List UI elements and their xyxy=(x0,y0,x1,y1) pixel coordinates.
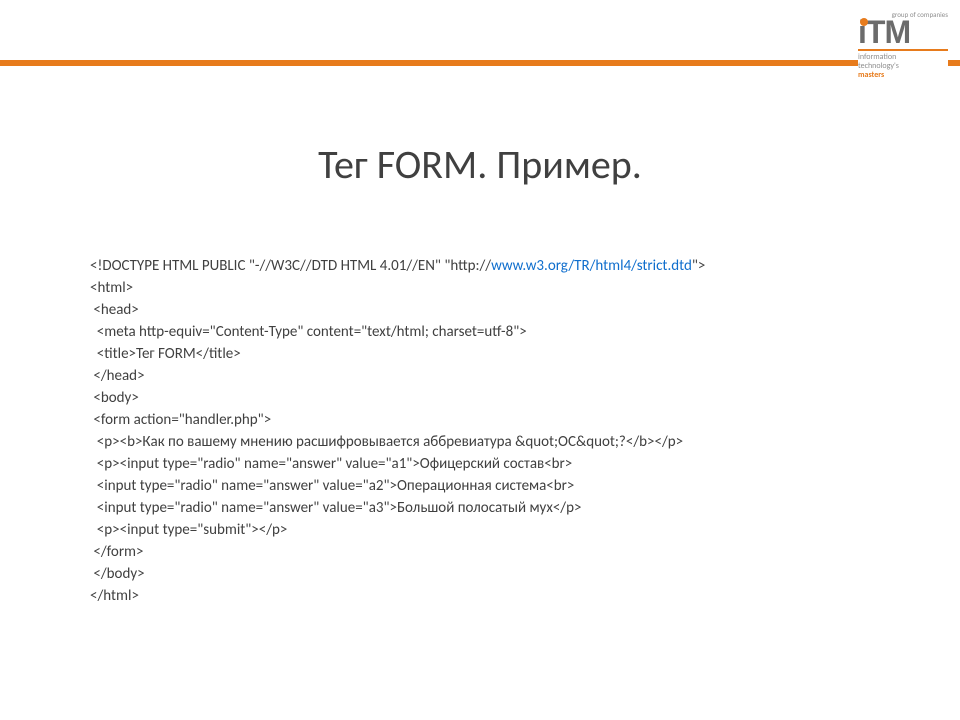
logo-dot-icon xyxy=(860,18,868,26)
code-line-15: </body> xyxy=(90,565,145,583)
code-line-9: <p><b>Как по вашему мнению расшифровывае… xyxy=(90,433,683,451)
logo-sub-3: masters xyxy=(858,70,884,80)
logo-main: iTM xyxy=(858,17,948,47)
code-line-1-link: www.w3.org/TR/html4/strict.dtd xyxy=(491,257,692,275)
logo-block: group of companies iTM information techn… xyxy=(858,8,948,84)
code-line-11: <input type="radio" name="answer" value=… xyxy=(90,477,574,495)
code-line-1a: <!DOCTYPE HTML PUBLIC "-//W3C//DTD HTML … xyxy=(90,257,491,275)
code-line-5: <title>Тег FORM</title> xyxy=(90,345,241,363)
code-line-4: <meta http-equiv="Content-Type" content=… xyxy=(90,323,527,341)
code-line-8: <form action="handler.php"> xyxy=(90,411,271,429)
logo-subtext: information technology's masters xyxy=(858,53,948,80)
code-line-16: </html> xyxy=(90,587,139,605)
header-rule xyxy=(0,60,960,66)
code-listing: <!DOCTYPE HTML PUBLIC "-//W3C//DTD HTML … xyxy=(90,255,890,607)
code-line-3: <head> xyxy=(90,301,139,319)
code-line-1c: "> xyxy=(692,257,705,275)
slide-title: Тег FORM. Пример. xyxy=(0,140,960,189)
code-line-7: <body> xyxy=(90,389,139,407)
code-line-14: </form> xyxy=(90,543,144,561)
code-line-12: <input type="radio" name="answer" value=… xyxy=(90,499,581,517)
code-line-10: <p><input type="radio" name="answer" val… xyxy=(90,455,572,473)
code-line-2: <html> xyxy=(90,279,133,297)
code-line-6: </head> xyxy=(90,367,145,385)
code-line-13: <p><input type="submit"></p> xyxy=(90,521,287,539)
